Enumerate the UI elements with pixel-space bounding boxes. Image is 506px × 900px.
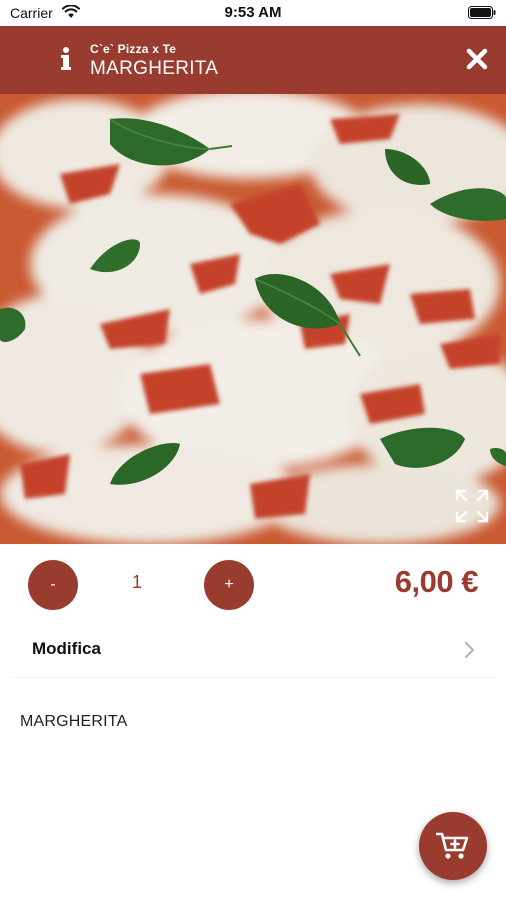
- product-description: MARGHERITA: [20, 713, 128, 730]
- modifica-row[interactable]: Modifica: [12, 626, 494, 678]
- info-icon[interactable]: [56, 46, 76, 72]
- product-photo: [0, 94, 506, 544]
- add-to-cart-icon: [436, 832, 469, 859]
- chevron-right-icon: [464, 641, 475, 659]
- status-bar: Carrier 9:53 AM: [0, 0, 506, 26]
- modifica-label: Modifica: [32, 639, 101, 658]
- battery-icon: [468, 6, 496, 19]
- increase-quantity-button[interactable]: +: [204, 560, 254, 610]
- quantity-value: 1: [131, 572, 142, 592]
- close-icon[interactable]: [464, 46, 490, 72]
- price-label: 6,00 €: [394, 564, 479, 599]
- decrease-quantity-button[interactable]: -: [28, 560, 78, 610]
- pizza-illustration: [0, 94, 506, 544]
- page-title: MARGHERITA: [90, 58, 219, 79]
- status-time: 9:53 AM: [224, 4, 282, 21]
- restaurant-name: C`e` Pizza x Te: [90, 42, 177, 56]
- header-bar: C`e` Pizza x Te MARGHERITA: [0, 26, 506, 94]
- expand-icon[interactable]: [452, 486, 492, 526]
- add-to-cart-button[interactable]: [419, 812, 487, 880]
- quantity-price-row: - 1 + 6,00 €: [0, 544, 506, 624]
